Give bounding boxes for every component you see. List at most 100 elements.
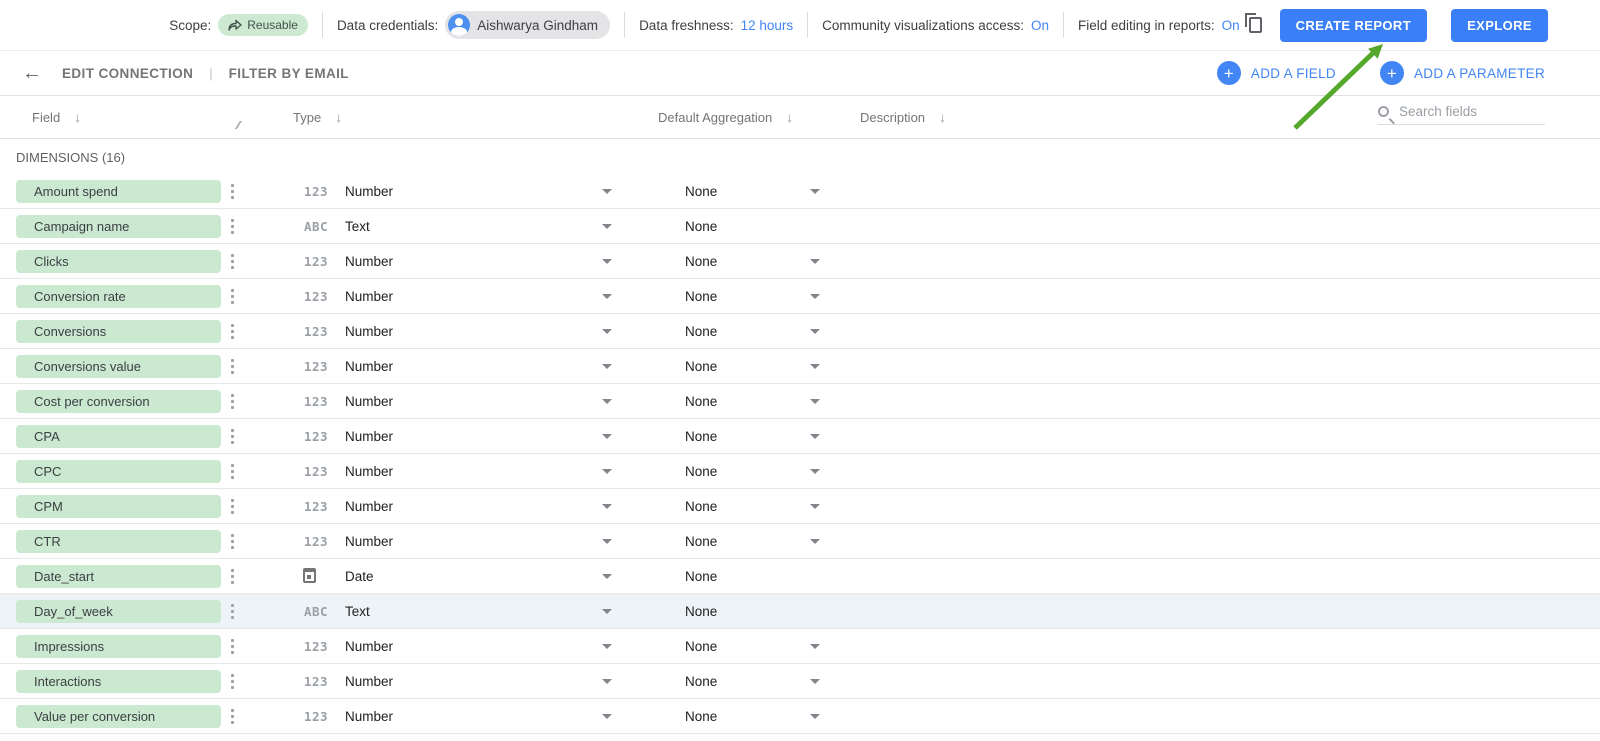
scope-pill[interactable]: Reusable [218, 14, 308, 36]
type-label: Number [345, 674, 394, 689]
community-viz-value-link[interactable]: On [1031, 18, 1049, 33]
aggregation-label: None [685, 219, 718, 234]
type-dropdown-icon[interactable] [602, 329, 612, 334]
field-row: CPM 123 Number None [0, 489, 1600, 524]
number-type-icon: 123 [303, 429, 329, 444]
more-options-icon[interactable] [229, 427, 236, 446]
field-pill[interactable]: Campaign name [16, 215, 221, 238]
field-pill[interactable]: Conversion rate [16, 285, 221, 308]
field-pill[interactable]: Amount spend [16, 180, 221, 203]
aggregation-dropdown-icon[interactable] [810, 294, 820, 299]
more-options-icon[interactable] [229, 672, 236, 691]
aggregation-dropdown-icon[interactable] [810, 714, 820, 719]
aggregation-dropdown-icon[interactable] [810, 364, 820, 369]
more-options-icon[interactable] [229, 637, 236, 656]
field-row: Date_start Date None [0, 559, 1600, 594]
type-dropdown-icon[interactable] [602, 539, 612, 544]
search-fields-input[interactable] [1399, 104, 1524, 119]
field-pill[interactable]: Interactions [16, 670, 221, 693]
aggregation-dropdown-icon[interactable] [810, 399, 820, 404]
type-dropdown-icon[interactable] [602, 259, 612, 264]
type-dropdown-icon[interactable] [602, 294, 612, 299]
filter-by-email-link[interactable]: FILTER BY EMAIL [229, 66, 349, 81]
field-pill[interactable]: Conversions [16, 320, 221, 343]
type-dropdown-icon[interactable] [602, 574, 612, 579]
more-options-icon[interactable] [229, 357, 236, 376]
aggregation-dropdown-icon[interactable] [810, 259, 820, 264]
more-options-icon[interactable] [229, 252, 236, 271]
divider [1063, 12, 1064, 38]
field-pill[interactable]: CPA [16, 425, 221, 448]
sort-descending-icon[interactable]: ↓ [74, 109, 81, 125]
community-viz-label: Community visualizations access: [822, 17, 1024, 33]
add-parameter-button[interactable]: + ADD A PARAMETER [1379, 61, 1545, 85]
aggregation-dropdown-icon[interactable] [810, 329, 820, 334]
sort-descending-icon[interactable]: ↓ [939, 109, 946, 125]
more-options-icon[interactable] [229, 532, 236, 551]
field-pill[interactable]: Impressions [16, 635, 221, 658]
more-options-icon[interactable] [229, 707, 236, 726]
type-dropdown-icon[interactable] [602, 679, 612, 684]
more-options-icon[interactable] [229, 322, 236, 341]
type-label: Text [345, 219, 370, 234]
aggregation-dropdown-icon[interactable] [810, 504, 820, 509]
field-pill[interactable]: Date_start [16, 565, 221, 588]
field-pill[interactable]: Cost per conversion [16, 390, 221, 413]
aggregation-label: None [685, 429, 718, 444]
aggregation-dropdown-icon[interactable] [810, 679, 820, 684]
explore-button[interactable]: EXPLORE [1451, 8, 1548, 42]
column-header-field[interactable]: Field ↓ [32, 109, 81, 125]
field-pill[interactable]: CPC [16, 460, 221, 483]
field-pill[interactable]: Value per conversion [16, 705, 221, 728]
more-options-icon[interactable] [229, 497, 236, 516]
type-dropdown-icon[interactable] [602, 434, 612, 439]
more-options-icon[interactable] [229, 567, 236, 586]
aggregation-dropdown-icon[interactable] [810, 469, 820, 474]
column-header-type[interactable]: Type ↓ [293, 109, 342, 125]
column-label: Field [32, 109, 61, 125]
column-resize-handle[interactable]: // [234, 120, 240, 132]
more-options-icon[interactable] [229, 392, 236, 411]
field-pill[interactable]: Clicks [16, 250, 221, 273]
field-pill[interactable]: Day_of_week [16, 600, 221, 623]
aggregation-dropdown-icon[interactable] [810, 539, 820, 544]
column-header-default-aggregation[interactable]: Default Aggregation ↓ [658, 109, 793, 125]
column-header-description[interactable]: Description ↓ [860, 109, 946, 125]
freshness-value-link[interactable]: 12 hours [741, 18, 794, 33]
type-label: Number [345, 639, 394, 654]
type-dropdown-icon[interactable] [602, 609, 612, 614]
field-pill[interactable]: CPM [16, 495, 221, 518]
type-dropdown-icon[interactable] [602, 714, 612, 719]
column-label: Type [293, 109, 322, 125]
copy-icon[interactable] [1244, 13, 1262, 33]
more-options-icon[interactable] [229, 182, 236, 201]
more-options-icon[interactable] [229, 462, 236, 481]
sort-descending-icon[interactable]: ↓ [335, 109, 342, 125]
field-row: Day_of_week ABC Text None [0, 594, 1600, 629]
aggregation-dropdown-icon[interactable] [810, 189, 820, 194]
more-options-icon[interactable] [229, 217, 236, 236]
more-options-icon[interactable] [229, 287, 236, 306]
edit-connection-link[interactable]: EDIT CONNECTION [62, 66, 193, 81]
aggregation-label: None [685, 464, 718, 479]
more-options-icon[interactable] [229, 602, 236, 621]
type-dropdown-icon[interactable] [602, 504, 612, 509]
aggregation-dropdown-icon[interactable] [810, 644, 820, 649]
field-pill[interactable]: Conversions value [16, 355, 221, 378]
type-dropdown-icon[interactable] [602, 399, 612, 404]
sort-descending-icon[interactable]: ↓ [786, 109, 793, 125]
field-pill[interactable]: CTR [16, 530, 221, 553]
type-dropdown-icon[interactable] [602, 364, 612, 369]
credentials-pill[interactable]: Aishwarya Gindham [445, 11, 611, 39]
back-arrow-icon[interactable]: ← [22, 63, 42, 83]
type-dropdown-icon[interactable] [602, 469, 612, 474]
add-field-button[interactable]: + ADD A FIELD [1216, 61, 1336, 85]
field-row: Campaign name ABC Text None [0, 209, 1600, 244]
type-dropdown-icon[interactable] [602, 189, 612, 194]
create-report-button[interactable]: CREATE REPORT [1279, 8, 1428, 42]
type-dropdown-icon[interactable] [602, 224, 612, 229]
aggregation-dropdown-icon[interactable] [810, 434, 820, 439]
type-dropdown-icon[interactable] [602, 644, 612, 649]
field-editing-value-link[interactable]: On [1222, 18, 1240, 33]
credentials-label: Data credentials: [336, 17, 439, 33]
